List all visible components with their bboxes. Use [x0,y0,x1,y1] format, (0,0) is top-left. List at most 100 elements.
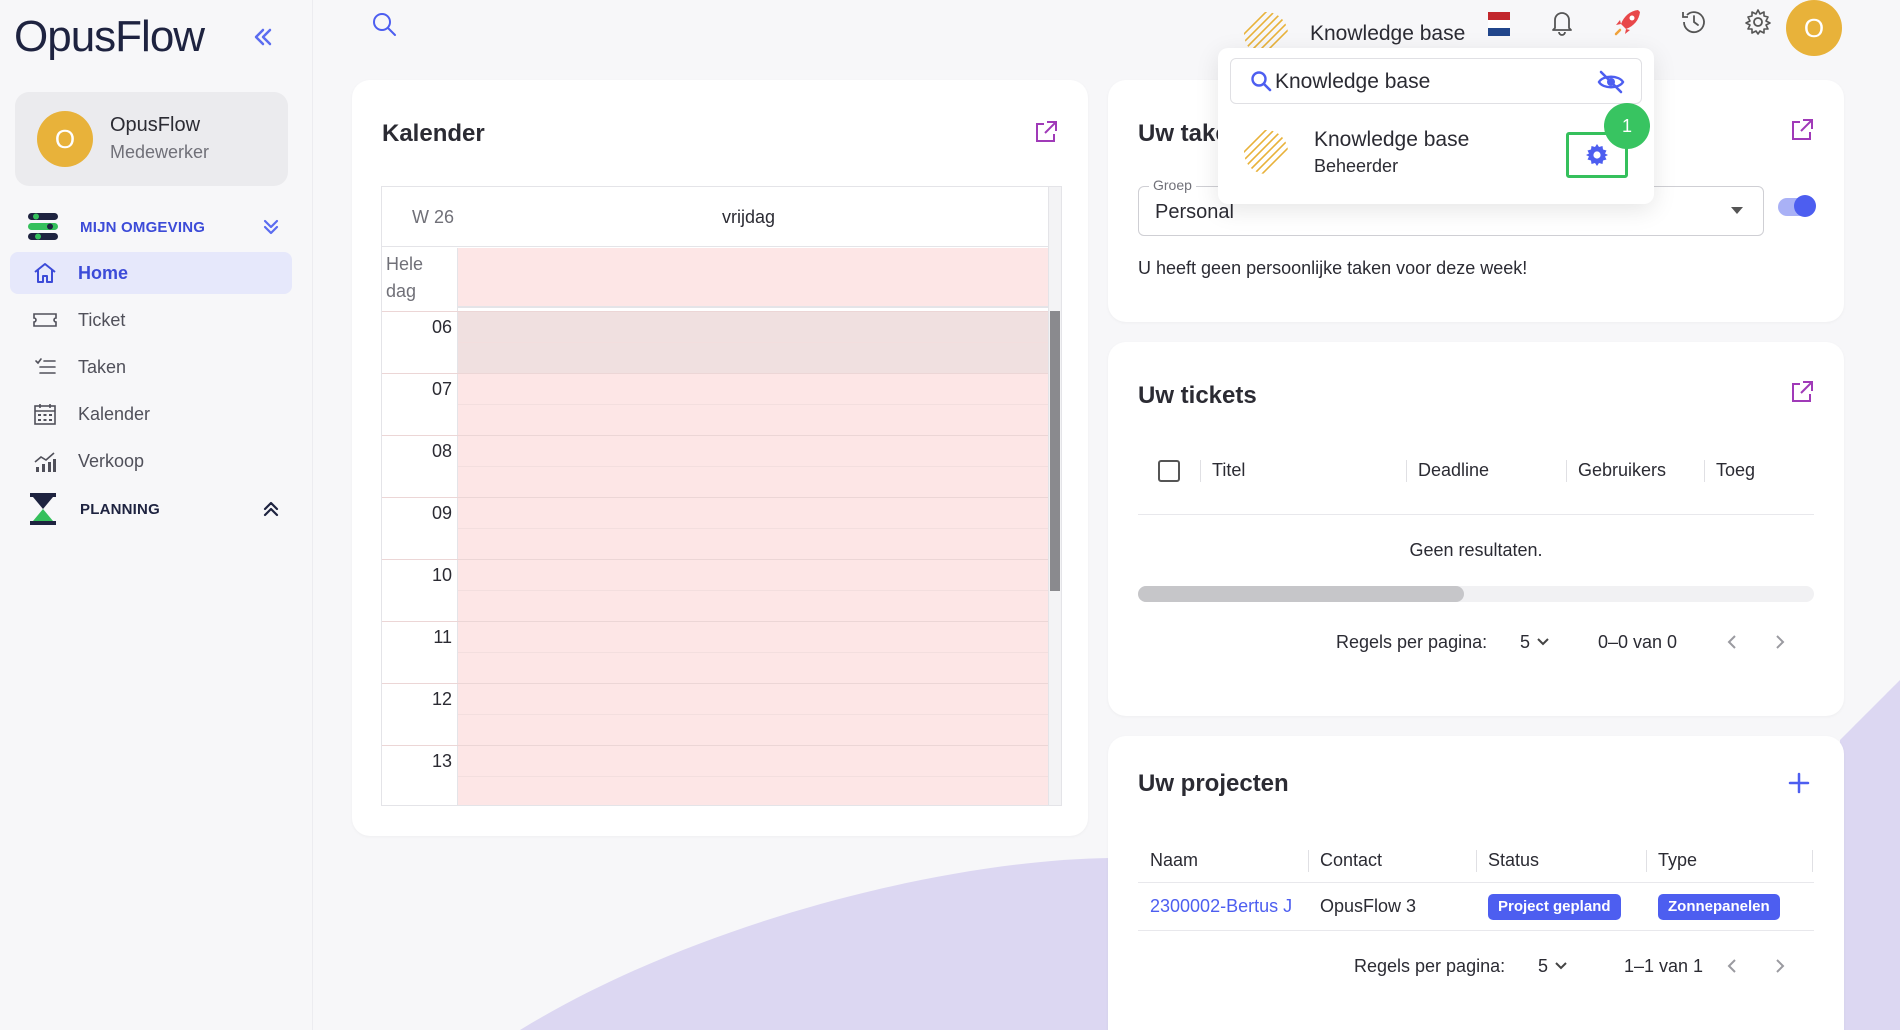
half-hour-line [458,466,1048,467]
prev-page-button[interactable] [1720,630,1744,654]
layers-icon [28,213,58,240]
global-search-button[interactable] [370,10,398,38]
section-planning[interactable]: PLANNING [28,492,283,526]
whats-new-button[interactable] [1612,6,1644,38]
sidebar-item-label: Taken [78,356,127,377]
rows-per-page-select[interactable]: 5 [1538,956,1569,977]
prev-page-button[interactable] [1720,954,1744,978]
toggle-visibility-button[interactable] [1597,69,1625,95]
calendar-day-label: vrijdag [722,207,776,227]
all-day-slot[interactable] [458,248,1048,308]
profile-name: OpusFlow [110,114,201,136]
column-toegewezen[interactable]: Toeg [1716,460,1756,481]
user-avatar[interactable]: O [1786,0,1842,56]
hour-line [382,559,1048,560]
settings-button[interactable] [1742,6,1774,38]
calendar-scroll-thumb[interactable] [1050,311,1060,591]
column-contact[interactable]: Contact [1320,850,1382,871]
column-titel[interactable]: Titel [1212,460,1245,481]
calendar-week: W 26 [412,207,455,227]
half-hour-line [458,404,1048,405]
list-icon [32,354,58,380]
profile-avatar: O [37,111,93,167]
sidebar-item-home[interactable]: Home [10,252,292,294]
knowledge-base-logo [1244,130,1288,174]
next-page-button[interactable] [1768,630,1792,654]
next-page-button[interactable] [1768,954,1792,978]
all-day-label: Hele dag [386,254,424,301]
external-link-icon [1792,119,1813,140]
select-all-checkbox[interactable] [1158,460,1180,482]
dutch-flag-icon [1488,12,1510,36]
app-logo[interactable]: OpusFlow [14,12,205,62]
tickets-page-range: 0–0 van 0 [1598,632,1678,652]
projects-card: Uw projecten Naam Contact Status Type 23… [1108,736,1844,1030]
chevron-left-icon [1727,959,1736,973]
history-button[interactable] [1678,6,1710,38]
hour-label: 06 [431,317,452,337]
tickets-scroll-thumb[interactable] [1138,586,1464,602]
gear-icon [1586,144,1608,166]
external-link-icon [1792,381,1813,402]
hour-label: 07 [431,379,452,399]
bell-icon [1552,12,1572,36]
rows-per-page-label: Regels per pagina: [1336,632,1488,652]
language-switcher[interactable] [1488,12,1510,36]
calendar-divider [457,248,458,805]
chart-icon [32,448,58,474]
sidebar-item-ticket[interactable]: Ticket [10,299,292,341]
add-project-button[interactable] [1784,768,1814,798]
knowledge-base-dropdown: Knowledge base Beheerder [1218,48,1654,204]
sidebar-item-label: Verkoop [78,450,145,471]
knowledge-base-search [1230,58,1642,104]
hour-label: 12 [431,689,452,709]
rows-per-page-select[interactable]: 5 [1520,632,1551,653]
hour-line [382,745,1048,746]
open-tickets-button[interactable] [1788,378,1816,406]
column-separator [1476,850,1477,872]
sidebar-item-kalender[interactable]: Kalender [10,393,292,435]
sidebar-item-verkoop[interactable]: Verkoop [10,440,292,482]
rows-per-page-value: 5 [1520,632,1531,652]
knowledge-base-item-name: Knowledge base [1314,128,1470,151]
eye-off-icon [1597,70,1625,94]
hourglass-icon [30,493,56,525]
knowledge-base-search-input[interactable] [1275,69,1575,95]
column-separator [1566,460,1567,482]
home-icon [32,260,58,286]
projects-page-range: 1–1 van 1 [1624,956,1704,976]
column-type[interactable]: Type [1658,850,1697,871]
toggle-knob [1794,195,1816,217]
notifications-button[interactable] [1546,6,1578,38]
sidebar-item-label: Home [78,262,129,283]
column-naam[interactable]: Naam [1150,850,1198,871]
column-separator [1704,460,1705,482]
sidebar-item-taken[interactable]: Taken [10,346,292,388]
project-contact: OpusFlow 3 [1320,896,1417,916]
calendar-header: W 26 vrijdag [382,187,1048,247]
column-deadline[interactable]: Deadline [1418,460,1489,481]
tickets-no-results: Geen resultaten. [1409,540,1543,560]
projects-table-header: Naam Contact Status Type [1138,838,1814,882]
hour-label: 10 [431,565,452,585]
column-status[interactable]: Status [1488,850,1539,871]
open-tasks-button[interactable] [1788,116,1816,144]
profile-card[interactable]: O OpusFlow Medewerker [15,92,288,186]
hour-label: 11 [433,627,452,647]
tickets-card: Uw tickets Titel Deadline Gebruikers Toe… [1108,342,1844,716]
rows-per-page-value: 5 [1538,956,1549,976]
tickets-title: Uw tickets [1138,382,1257,409]
tasks-toggle[interactable] [1778,195,1816,217]
collapse-sidebar-button[interactable] [248,22,278,52]
hour-line [382,621,1048,622]
project-name-link[interactable]: 2300002-Bertus J [1150,896,1306,917]
status-badge: Project gepland [1488,894,1621,920]
column-gebruikers[interactable]: Gebruikers [1578,460,1666,481]
sidebar: OpusFlow O OpusFlow Medewerker MIJN OMGE… [0,0,313,1030]
section-mijn-omgeving[interactable]: MIJN OMGEVING [28,210,283,244]
hour-label: 13 [431,751,452,771]
chevron-down-icon [1555,962,1567,970]
column-separator [1812,850,1813,872]
open-calendar-button[interactable] [1032,118,1060,146]
tickets-horizontal-scrollbar[interactable] [1138,586,1814,602]
